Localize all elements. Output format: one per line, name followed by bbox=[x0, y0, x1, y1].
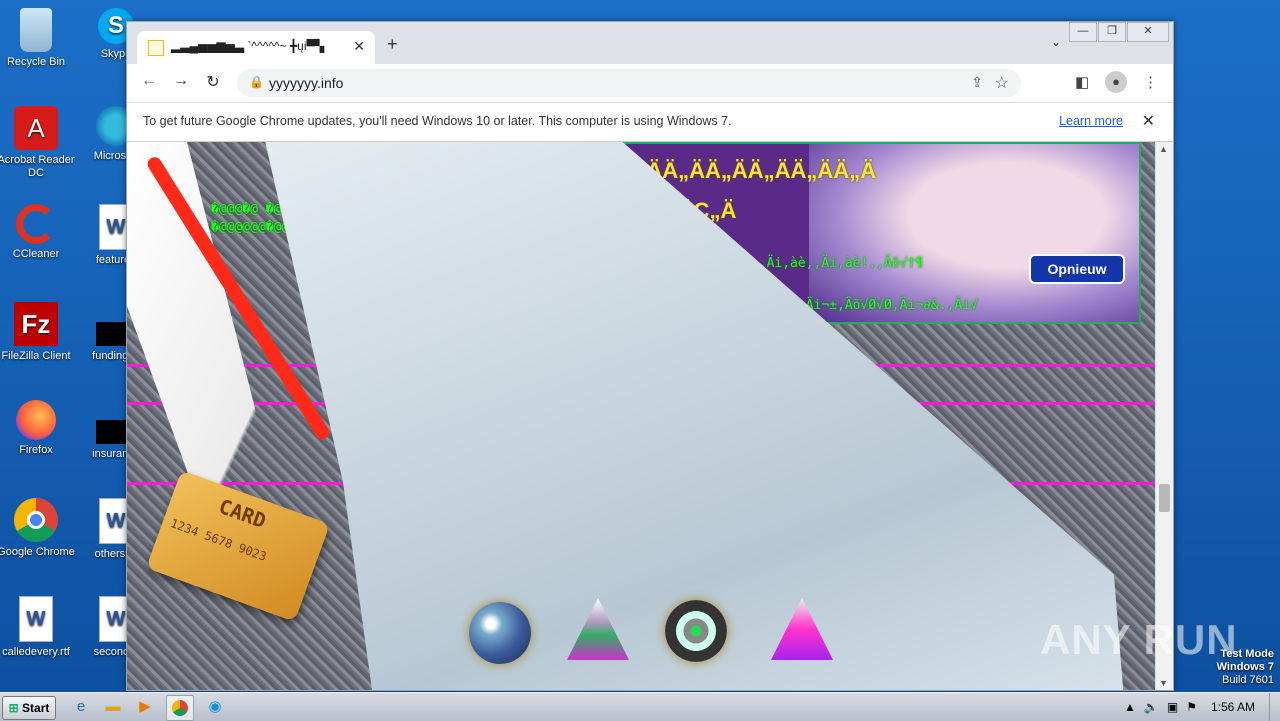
volume-icon[interactable]: 🔈 bbox=[1144, 700, 1159, 714]
favicon-icon bbox=[148, 40, 164, 56]
desktop-icon-acrobat[interactable]: A Acrobat Reader DC bbox=[0, 106, 76, 180]
chrome-taskbar-icon[interactable] bbox=[166, 695, 194, 721]
share-icon[interactable]: ⇪ bbox=[971, 74, 983, 91]
card-label: CARD bbox=[215, 494, 270, 534]
desktop-icon-label: Firefox bbox=[19, 444, 53, 456]
scroll-up-icon[interactable]: ▲ bbox=[1159, 144, 1168, 154]
test-mode-line: Test Mode bbox=[1220, 648, 1274, 660]
test-mode-notice: Test Mode Windows 7 Build 7601 bbox=[1217, 648, 1274, 687]
infobar-close-icon[interactable]: ✕ bbox=[1142, 111, 1155, 131]
desktop-icon-firefox[interactable]: Firefox bbox=[0, 400, 76, 457]
glitch-disc-icon[interactable] bbox=[665, 600, 727, 662]
taskbar: ⊞ Start e ▬ ▶ ◉ ▲ 🔈 ▣ ⚑ 1:56 AM bbox=[0, 692, 1280, 721]
infobar-message: To get future Google Chrome updates, you… bbox=[143, 114, 732, 128]
build-line: Build 7601 bbox=[1222, 674, 1274, 686]
word-doc-icon: W bbox=[19, 596, 53, 642]
tab-title: ▂▃▄▅▅▆▅▃ `^^^^^~ ╋ųi▀▚ bbox=[171, 39, 325, 53]
desktop-icon-recycle-bin[interactable]: Recycle Bin bbox=[0, 8, 76, 69]
edge-taskbar-icon[interactable]: ◉ bbox=[202, 695, 228, 719]
back-arrow-icon[interactable]: ← bbox=[139, 72, 159, 90]
forward-arrow-icon[interactable]: → bbox=[171, 72, 191, 90]
menu-kebab-icon[interactable]: ⋮ bbox=[1143, 73, 1158, 91]
filezilla-icon: Fz bbox=[14, 302, 58, 346]
credit-card-image: CARD 1234 5678 9023 bbox=[145, 470, 331, 622]
system-tray: ▲ 🔈 ▣ ⚑ 1:56 AM bbox=[1124, 693, 1280, 721]
opnieuw-button[interactable]: Opnieuw bbox=[1029, 254, 1125, 284]
desktop-icon-filezilla[interactable]: Fz FileZilla Client bbox=[0, 302, 76, 363]
acrobat-icon: A bbox=[14, 106, 58, 150]
ccleaner-icon bbox=[16, 204, 56, 244]
windows-version-line: Windows 7 bbox=[1216, 661, 1274, 673]
update-infobar: To get future Google Chrome updates, you… bbox=[127, 103, 1173, 142]
glitch-sphere-icon[interactable] bbox=[469, 602, 531, 664]
new-tab-button[interactable]: + bbox=[387, 34, 398, 55]
firefox-icon bbox=[16, 400, 56, 440]
reload-icon[interactable]: ↻ bbox=[203, 72, 223, 92]
page-viewport[interactable]: „ÄÄ„ÄÄ„ÄÄ„ÄÄ„ÄÄ„ÄÄ„ÄÄ„ÄÄ„Ä „Ä„ÄÄ„ÄÇ„Ä �@… bbox=[127, 142, 1155, 690]
chrome-icon bbox=[14, 498, 58, 542]
scroll-down-icon[interactable]: ▼ bbox=[1159, 678, 1168, 688]
desktop-icon-label: Google Chrome bbox=[0, 546, 75, 558]
recycle-bin-icon bbox=[20, 8, 52, 52]
action-center-flag-icon[interactable]: ⚑ bbox=[1186, 700, 1197, 714]
tab-close-icon[interactable]: ✕ bbox=[353, 38, 365, 55]
browser-tab[interactable]: ▂▃▄▅▅▆▅▃ `^^^^^~ ╋ųi▀▚ ✕ bbox=[137, 31, 375, 64]
chrome-window: ▂▃▄▅▅▆▅▃ `^^^^^~ ╋ųi▀▚ ✕ + ⌄ — ❐ ✕ ← → ↻… bbox=[126, 21, 1174, 691]
bookmark-star-icon[interactable]: ☆ bbox=[995, 73, 1009, 93]
scrollbar-thumb[interactable] bbox=[1159, 484, 1170, 512]
tray-chevron-icon[interactable]: ▲ bbox=[1124, 700, 1136, 714]
network-icon[interactable]: ▣ bbox=[1167, 700, 1178, 714]
windows-logo-icon: ⊞ bbox=[8, 701, 19, 715]
ie-taskbar-icon[interactable]: e bbox=[68, 695, 94, 719]
media-player-taskbar-icon[interactable]: ▶ bbox=[132, 695, 158, 719]
browser-toolbar: ← → ↻ 🔒 yyyyyyy.info ⇪ ☆ ◧ ● ⋮ bbox=[127, 64, 1173, 103]
desktop-icon-label: calledevery.rtf bbox=[2, 646, 70, 658]
desktop-icon-label: CCleaner bbox=[12, 248, 60, 260]
desktop-icon-label: FileZilla Client bbox=[1, 350, 71, 362]
anyrun-watermark: ANY RUN bbox=[1040, 616, 1238, 663]
desktop-icon-chrome[interactable]: Google Chrome bbox=[0, 498, 76, 559]
close-window-button[interactable]: ✕ bbox=[1127, 22, 1169, 42]
window-controls: — ❐ ✕ bbox=[1068, 22, 1169, 42]
url-text: yyyyyyy.info bbox=[269, 75, 344, 91]
tab-strip: ▂▃▄▅▅▆▅▃ `^^^^^~ ╋ųi▀▚ ✕ + ⌄ — ❐ ✕ bbox=[127, 22, 1173, 64]
desktop-icon-calledevery[interactable]: W calledevery.rtf bbox=[0, 596, 76, 659]
tab-search-chevron-icon[interactable]: ⌄ bbox=[1051, 35, 1061, 49]
desktop-icon-label: Recycle Bin bbox=[6, 56, 66, 68]
learn-more-link[interactable]: Learn more bbox=[1059, 114, 1123, 128]
show-desktop-button[interactable] bbox=[1269, 693, 1280, 721]
vertical-scrollbar[interactable]: ▲ ▼ bbox=[1155, 142, 1173, 690]
side-panel-icon[interactable]: ◧ bbox=[1075, 73, 1089, 91]
address-bar[interactable]: 🔒 yyyyyyy.info ⇪ ☆ bbox=[237, 69, 1021, 97]
start-label: Start bbox=[22, 701, 50, 715]
lock-icon[interactable]: 🔒 bbox=[249, 75, 264, 89]
desktop-icon-label: Acrobat Reader DC bbox=[0, 154, 75, 179]
minimize-button[interactable]: — bbox=[1069, 22, 1097, 42]
profile-avatar-icon[interactable]: ● bbox=[1105, 71, 1127, 93]
desktop-icon-ccleaner[interactable]: CCleaner bbox=[0, 204, 76, 261]
clock[interactable]: 1:56 AM bbox=[1211, 700, 1255, 714]
maximize-button[interactable]: ❐ bbox=[1098, 22, 1126, 42]
explorer-taskbar-icon[interactable]: ▬ bbox=[100, 695, 126, 719]
start-button[interactable]: ⊞ Start bbox=[2, 696, 56, 720]
